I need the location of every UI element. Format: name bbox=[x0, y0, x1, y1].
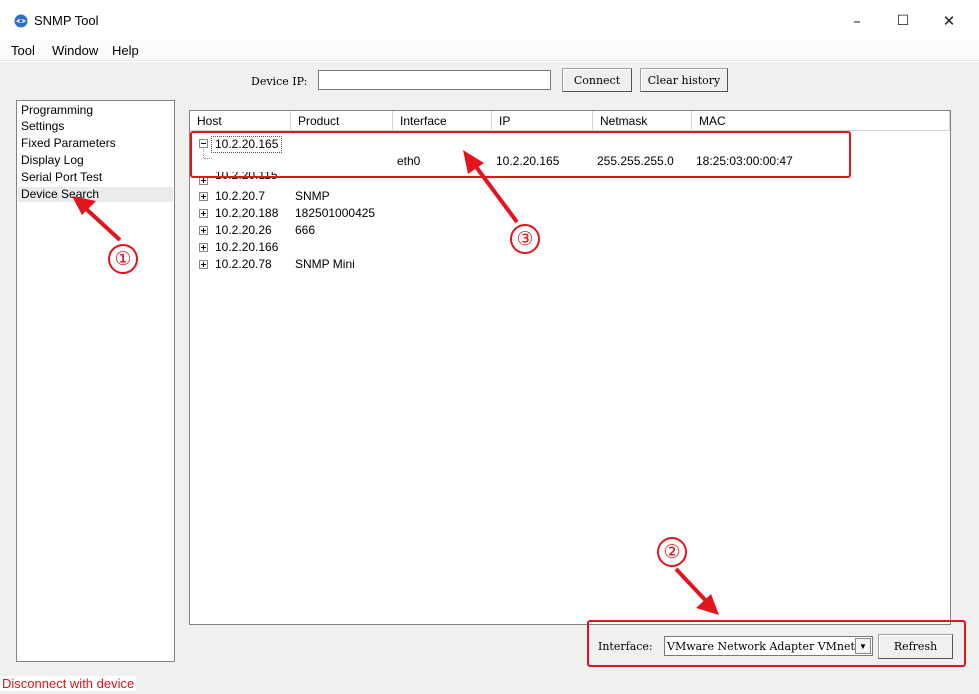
annotation-arrow-2 bbox=[674, 567, 710, 605]
annotation-arrowhead-2 bbox=[696, 594, 719, 615]
annotation-arrow-1 bbox=[82, 205, 122, 242]
annotation-arrows bbox=[72, 150, 719, 615]
annotation-arrow-3 bbox=[472, 162, 519, 224]
